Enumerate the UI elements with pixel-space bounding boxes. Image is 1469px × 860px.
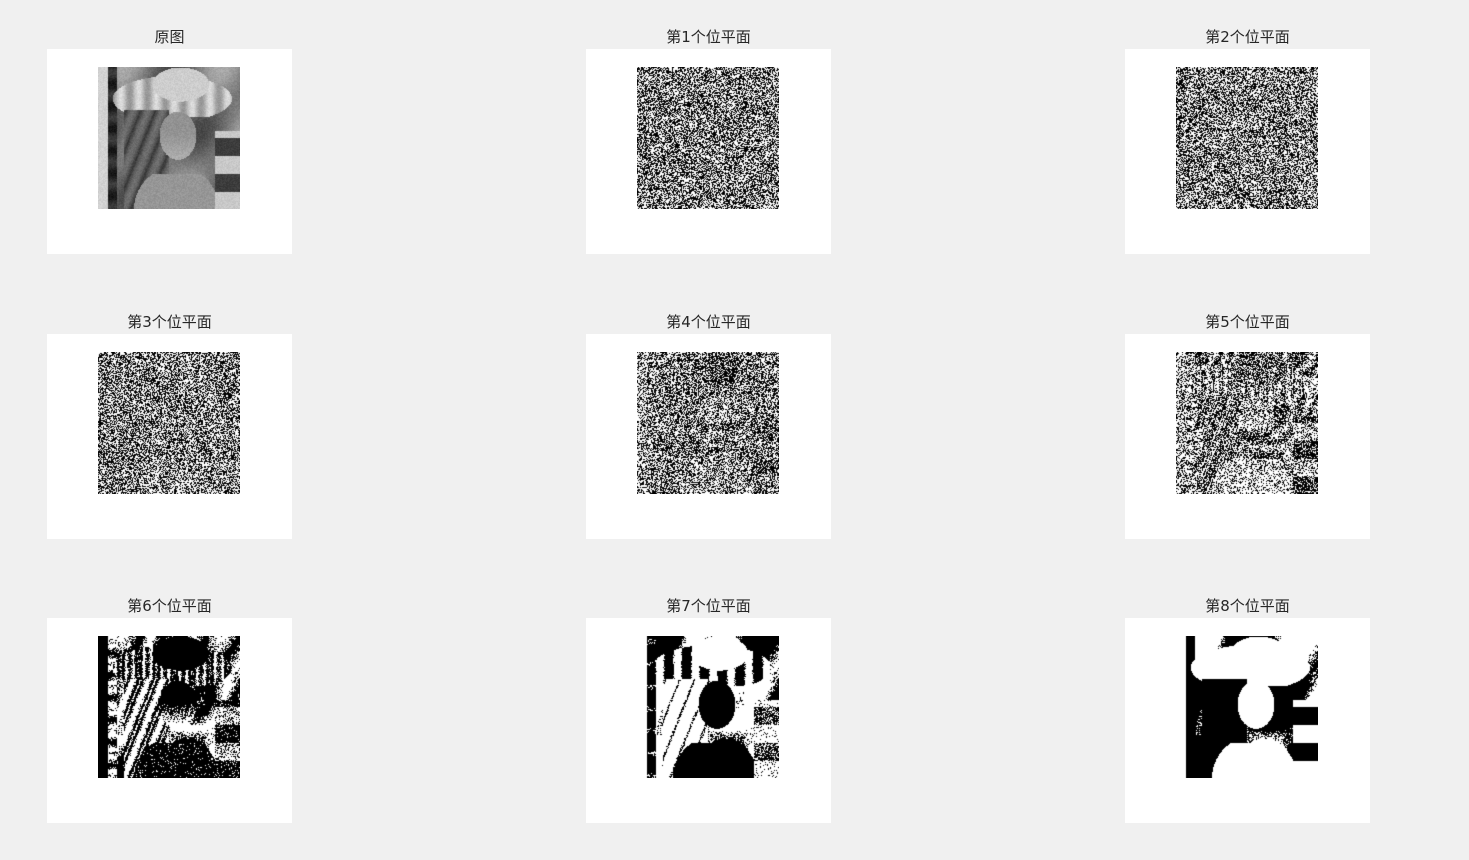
bitplane-image [1176, 636, 1318, 778]
subplot-title: 第5个位平面 [1205, 313, 1290, 331]
subplot-title: 第3个位平面 [127, 313, 212, 331]
bitplane-image [637, 352, 779, 494]
subplot-title: 第7个位平面 [666, 597, 751, 615]
subplot-title: 第8个位平面 [1205, 597, 1290, 615]
original-image [98, 67, 240, 209]
bitplane-image [98, 352, 240, 494]
bitplane-image [637, 636, 779, 778]
subplot-title: 第4个位平面 [666, 313, 751, 331]
subplot-title: 原图 [154, 28, 185, 46]
image-axes [47, 334, 292, 539]
bitplane-image [637, 67, 779, 209]
bitplane-image [1176, 67, 1318, 209]
subplot-title: 第6个位平面 [127, 597, 212, 615]
image-axes [586, 334, 831, 539]
bitplane-image [1176, 352, 1318, 494]
image-axes [1125, 618, 1370, 823]
image-axes [47, 49, 292, 254]
bitplane-image [98, 636, 240, 778]
subplot-title: 第2个位平面 [1205, 28, 1290, 46]
image-axes [1125, 49, 1370, 254]
image-axes [586, 618, 831, 823]
subplot-title: 第1个位平面 [666, 28, 751, 46]
image-axes [47, 618, 292, 823]
image-axes [586, 49, 831, 254]
image-axes [1125, 334, 1370, 539]
